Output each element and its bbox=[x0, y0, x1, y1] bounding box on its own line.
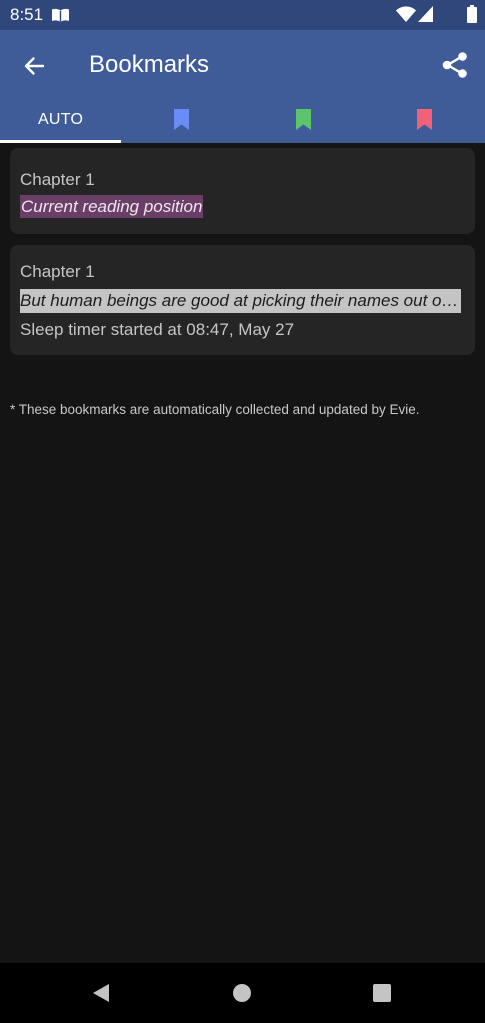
bookmark-card[interactable]: Chapter 1 Current reading position bbox=[10, 148, 475, 234]
bookmark-icon bbox=[295, 109, 311, 130]
bookmark-highlight-text: Current reading position bbox=[20, 195, 204, 218]
bookmark-highlight-text: But human beings are good at picking the… bbox=[20, 289, 461, 313]
app-bar: Bookmarks AUTO bbox=[0, 30, 485, 143]
tab-red-bookmarks[interactable] bbox=[364, 100, 485, 143]
bookmark-note: Sleep timer started at 08:47, May 27 bbox=[20, 320, 295, 339]
bookmark-icon bbox=[174, 109, 190, 130]
bookmarks-screen: 8:51 Bookmarks AUTO Chapter 1 Current re… bbox=[0, 0, 485, 1023]
tab-auto-label: AUTO bbox=[37, 110, 84, 128]
bookmark-chapter: Chapter 1 bbox=[20, 170, 95, 189]
wifi-icon bbox=[396, 6, 416, 22]
signal-icon bbox=[418, 6, 433, 22]
bookmark-card[interactable]: Chapter 1 But human beings are good at p… bbox=[10, 245, 475, 355]
tab-blue-bookmarks[interactable] bbox=[121, 100, 242, 143]
page-title: Bookmarks bbox=[89, 51, 210, 78]
share-icon bbox=[442, 52, 467, 78]
status-time: 8:51 bbox=[10, 5, 44, 24]
battery-icon bbox=[467, 5, 477, 23]
nav-back-icon bbox=[93, 984, 109, 1002]
back-button[interactable] bbox=[12, 44, 56, 88]
nav-recents-icon bbox=[373, 984, 391, 1002]
tab-selected-indicator bbox=[0, 140, 122, 143]
tab-green-bookmarks[interactable] bbox=[243, 100, 364, 143]
tab-auto[interactable]: AUTO bbox=[0, 100, 122, 143]
share-button[interactable] bbox=[432, 42, 478, 88]
status-bar: 8:51 bbox=[0, 0, 485, 30]
nav-home-icon bbox=[233, 984, 251, 1002]
bookmark-icon bbox=[416, 109, 432, 130]
system-nav-bar bbox=[0, 963, 485, 1023]
auto-bookmarks-footnote: * These bookmarks are automatically coll… bbox=[10, 402, 420, 417]
bookmark-chapter: Chapter 1 bbox=[20, 262, 95, 281]
bookmark-tabs: AUTO bbox=[0, 100, 485, 143]
nav-recents-button[interactable] bbox=[364, 976, 400, 1010]
arrow-left-icon bbox=[24, 57, 45, 75]
nav-home-button[interactable] bbox=[224, 976, 260, 1010]
book-icon bbox=[52, 8, 69, 22]
nav-back-button[interactable] bbox=[83, 976, 119, 1010]
